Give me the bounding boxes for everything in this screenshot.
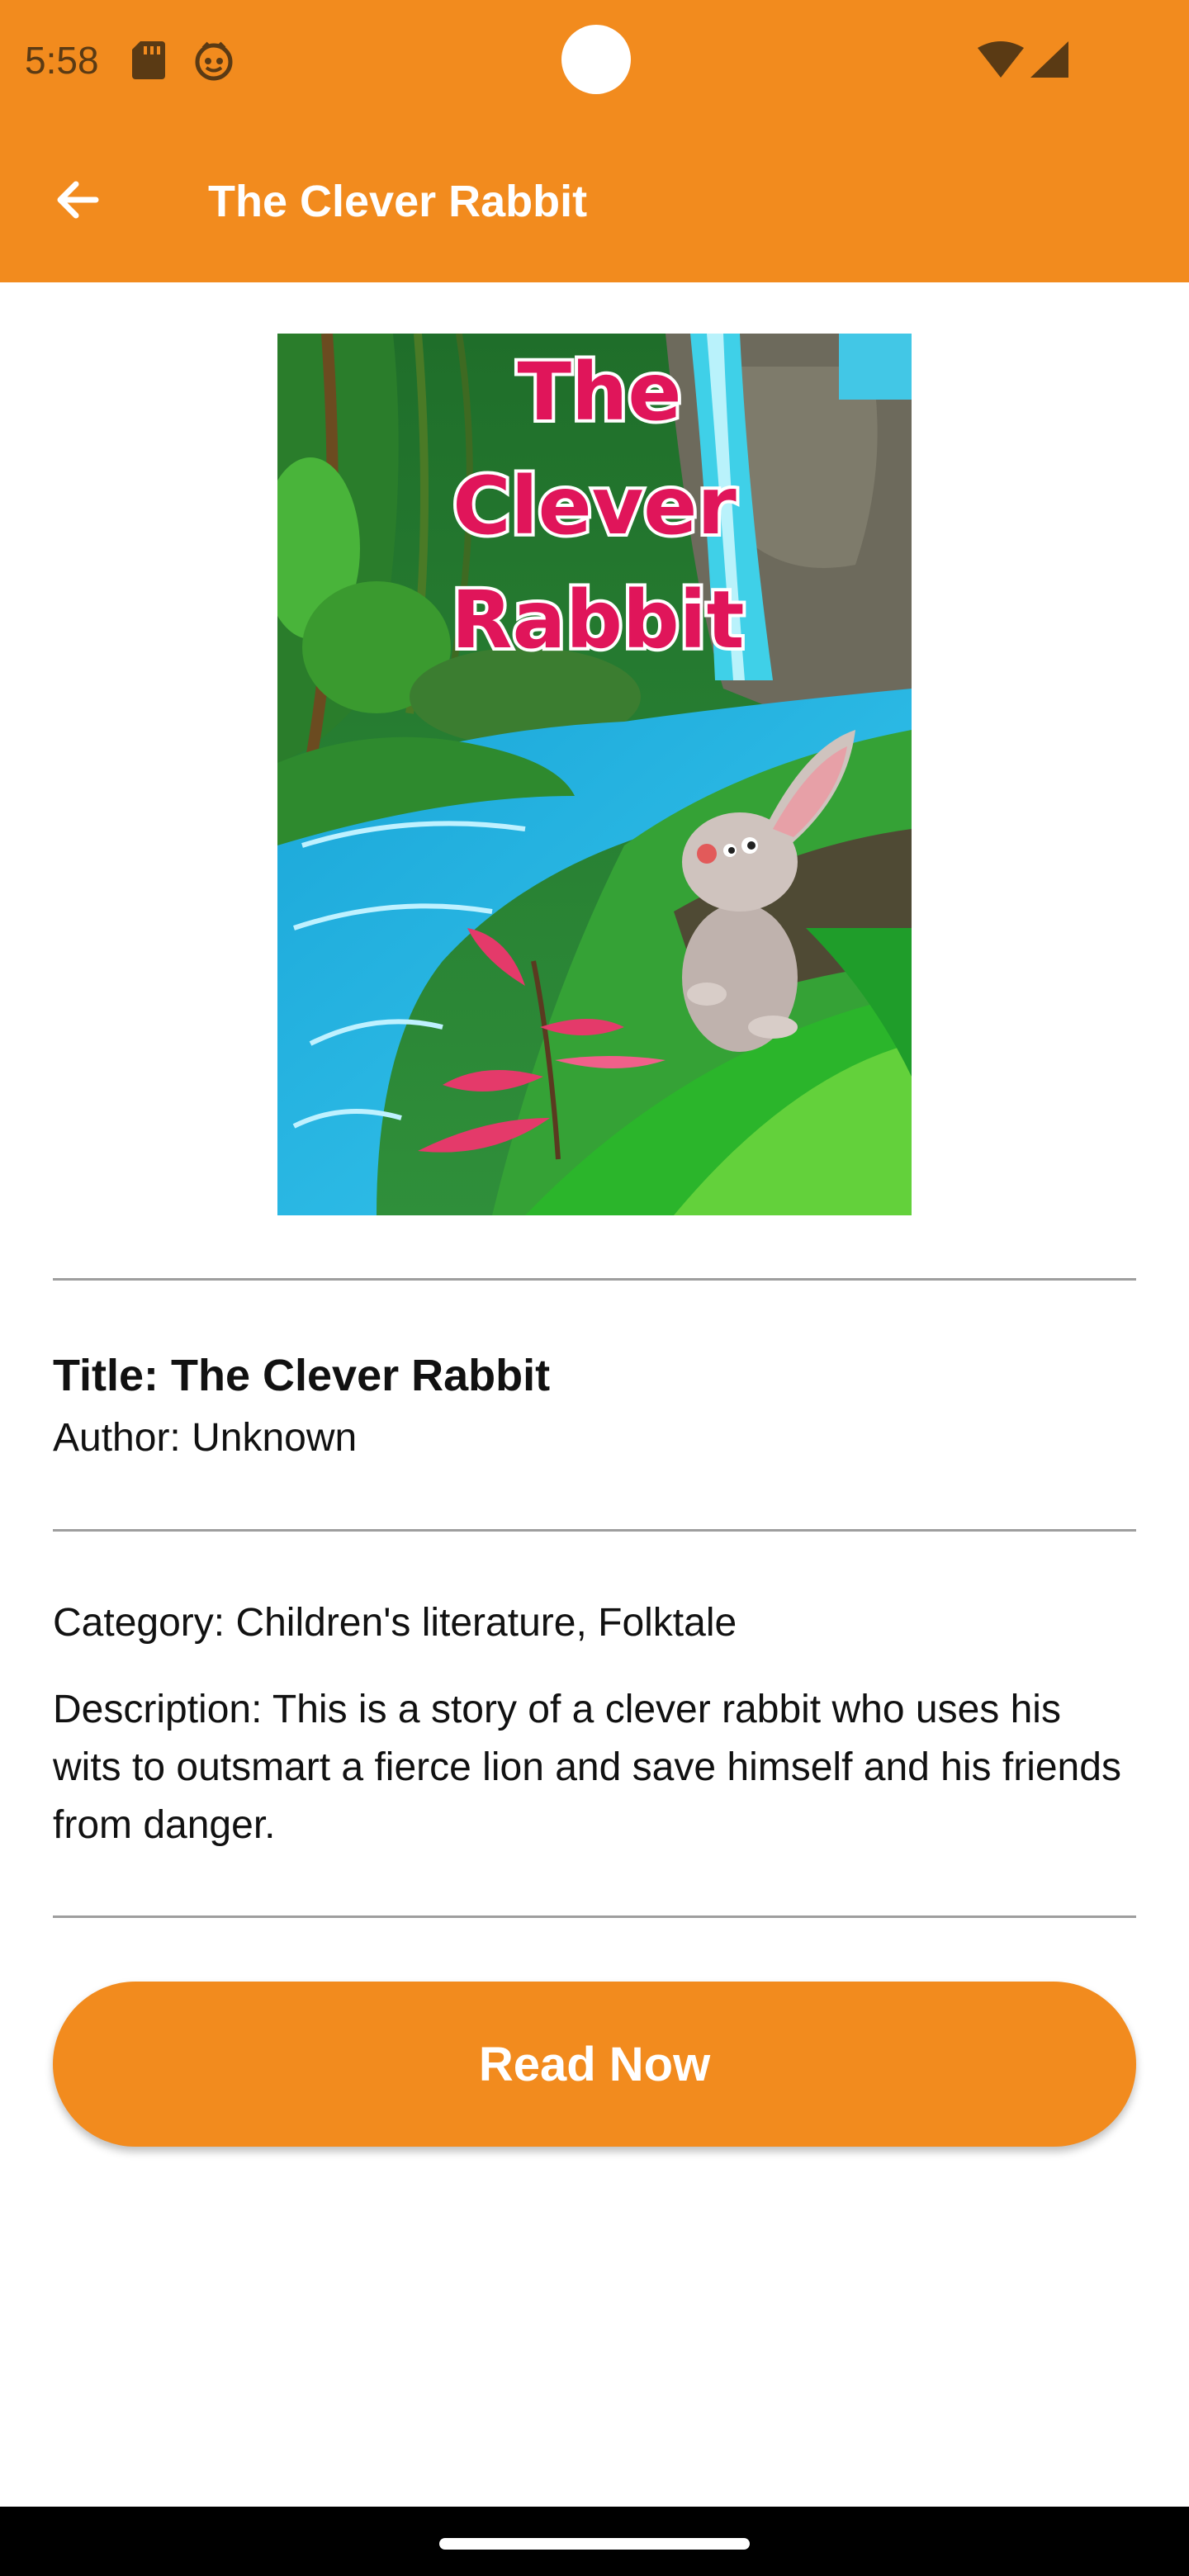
arrow-back-icon bbox=[53, 175, 102, 229]
book-description: Description: This is a story of a clever… bbox=[53, 1688, 1121, 1847]
wifi-icon bbox=[978, 41, 1024, 78]
cover-title-line: Rabbit bbox=[452, 574, 745, 666]
page-title: The Clever Rabbit bbox=[208, 177, 588, 226]
back-button[interactable] bbox=[45, 168, 111, 234]
status-bar: 5:58 bbox=[0, 0, 1189, 121]
cover-title-line: Clever bbox=[452, 460, 737, 552]
divider bbox=[53, 1915, 1136, 1918]
divider bbox=[53, 1278, 1136, 1281]
home-gesture-handle[interactable] bbox=[439, 2538, 750, 2550]
book-cover-image: The Clever Rabbit bbox=[277, 334, 912, 1215]
book-author: Author: Unknown bbox=[53, 1416, 358, 1460]
sd-card-icon bbox=[132, 41, 165, 79]
app-bar: The Clever Rabbit bbox=[0, 121, 1189, 282]
cell-signal-icon bbox=[1030, 41, 1068, 78]
camera-cutout bbox=[561, 25, 631, 94]
book-category: Category: Children's literature, Folktal… bbox=[53, 1601, 737, 1645]
cover-title-line: The bbox=[518, 346, 682, 438]
read-now-button[interactable]: Read Now bbox=[53, 1982, 1136, 2147]
bot-icon bbox=[193, 40, 234, 81]
status-time: 5:58 bbox=[25, 39, 99, 82]
system-nav-bar bbox=[0, 2507, 1189, 2576]
divider bbox=[53, 1529, 1136, 1532]
book-title: Title: The Clever Rabbit bbox=[53, 1351, 551, 1400]
